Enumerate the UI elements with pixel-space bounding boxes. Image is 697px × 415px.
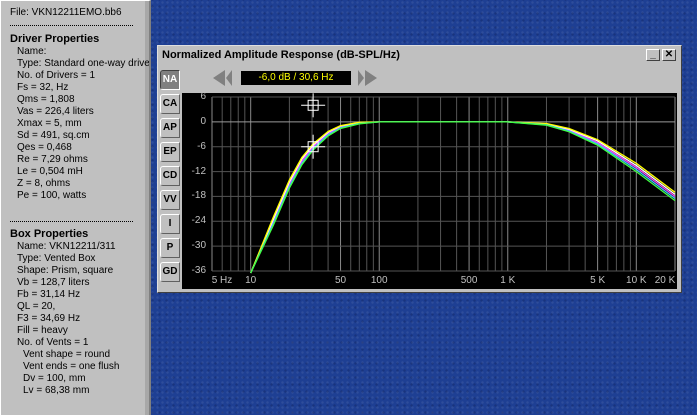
vent-property: Vent ends = one flush <box>23 361 120 372</box>
box-property: Fb = 31,14 Hz <box>17 289 81 300</box>
tab-ca[interactable]: CA <box>160 94 180 114</box>
tab-i[interactable]: I <box>160 214 180 234</box>
cursor-readout: -6,0 dB / 30,6 Hz <box>241 71 351 85</box>
y-tick-label: -36 <box>191 265 206 276</box>
y-tick-label: -12 <box>191 165 206 177</box>
x-tick-label: 50 <box>334 275 347 286</box>
tab-vv[interactable]: VV <box>160 190 180 210</box>
driver-property: Xmax = 5, mm <box>17 118 82 129</box>
tab-na[interactable]: NA <box>160 70 180 90</box>
driver-property: No. of Drivers = 1 <box>17 70 96 81</box>
tab-p[interactable]: P <box>160 238 180 258</box>
amplitude-response-window: Normalized Amplitude Response (dB-SPL/Hz… <box>157 45 682 293</box>
cursor-toolbar: -6,0 dB / 30,6 Hz <box>210 68 400 88</box>
y-tick-label: -30 <box>191 240 206 252</box>
driver-property: Type: Standard one-way drive <box>17 58 150 69</box>
driver-property: Sd = 491, sq.cm <box>17 130 90 141</box>
box-property: Type: Vented Box <box>17 253 96 264</box>
y-tick-label: -18 <box>191 190 206 202</box>
properties-panel: File: VKN12211EMO.bb6 Driver Properties … <box>0 0 151 415</box>
y-tick-label: -6 <box>197 140 206 152</box>
tab-cd[interactable]: CD <box>160 166 180 186</box>
box-property: QL = 20, <box>17 301 56 312</box>
step-left-arrow-icon[interactable] <box>226 70 232 86</box>
box-property: No. of Vents = 1 <box>17 337 89 348</box>
previous-left-arrow-icon[interactable] <box>213 70 225 86</box>
x-tick-label: 1 K <box>500 275 516 286</box>
window-titlebar[interactable]: Normalized Amplitude Response (dB-SPL/Hz… <box>159 47 680 64</box>
close-button[interactable]: ✕ <box>662 49 676 61</box>
tab-gd[interactable]: GD <box>160 262 180 282</box>
driver-property: Fs = 32, Hz <box>17 82 69 93</box>
box-property: Shape: Prism, square <box>17 265 114 276</box>
driver-property: Pe = 100, watts <box>17 190 87 201</box>
y-tick-label: 6 <box>200 91 206 102</box>
vent-property: Vent shape = round <box>23 349 111 360</box>
driver-property: Z = 8, ohms <box>17 178 71 189</box>
box-property: Name: VKN12211/311 <box>17 241 116 252</box>
x-tick-label: 5 Hz <box>211 275 233 286</box>
driver-property: Qes = 0,468 <box>17 142 72 153</box>
next-right-arrow-icon[interactable] <box>365 70 377 86</box>
driver-property: Qms = 1,808 <box>17 94 75 105</box>
x-tick-label: 5 K <box>590 275 606 286</box>
separator <box>10 25 133 26</box>
box-property: Fill = heavy <box>17 325 68 336</box>
y-tick-label: -24 <box>191 215 206 227</box>
x-tick-label: 500 <box>460 275 478 286</box>
driver-properties-heading: Driver Properties <box>10 33 100 45</box>
driver-property: Vas = 226,4 liters <box>17 106 94 117</box>
separator <box>10 221 133 222</box>
file-name: File: VKN12211EMO.bb6 <box>10 7 122 18</box>
box-property: Vb = 128,7 liters <box>17 277 90 288</box>
response-plot[interactable]: 6 0 -6 -12 -18 -24 -30 -36 dB 5 Hz 10 50 100 500 1 K 5 … <box>182 80 677 289</box>
vent-property: Dv = 100, mm <box>23 373 86 384</box>
box-properties-heading: Box Properties <box>10 228 89 240</box>
plot-canvas <box>211 93 676 274</box>
y-tick-label: 0 <box>200 115 206 127</box>
tab-ep[interactable]: EP <box>160 142 180 162</box>
tab-ap[interactable]: AP <box>160 118 180 138</box>
step-right-arrow-icon[interactable] <box>358 70 364 86</box>
window-title: Normalized Amplitude Response (dB-SPL/Hz… <box>162 49 400 61</box>
driver-property: Name: <box>17 46 47 57</box>
driver-property: Le = 0,504 mH <box>17 166 83 177</box>
minimize-button[interactable]: _ <box>646 49 660 61</box>
x-tick-label: 20 K <box>654 275 676 286</box>
response-series-line <box>250 121 676 274</box>
vent-property: Lv = 68,38 mm <box>23 385 90 396</box>
x-tick-label: 10 K <box>626 275 647 286</box>
x-tick-label: 10 <box>245 275 257 286</box>
y-unit-label: dB <box>193 79 206 90</box>
box-property: F3 = 34,69 Hz <box>17 313 81 324</box>
x-tick-label: 100 <box>370 275 388 286</box>
driver-property: Re = 7,29 ohms <box>17 154 88 165</box>
